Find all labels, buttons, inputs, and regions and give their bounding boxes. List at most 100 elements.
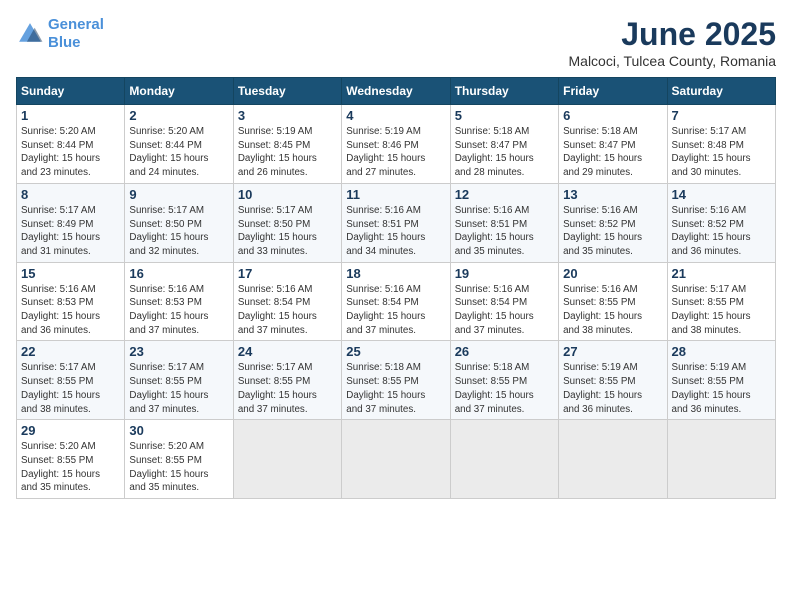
day-detail: Sunrise: 5:17 AM Sunset: 8:55 PM Dayligh… (129, 361, 228, 416)
calendar-cell: 12Sunrise: 5:16 AM Sunset: 8:51 PM Dayli… (450, 183, 558, 262)
calendar-cell: 11 Sunrise: 5:16 AM Sunset: 8:51 PM Dayli… (342, 183, 450, 262)
calendar-cell: 14 Sunrise: 5:16 AM Sunset: 8:52 PM Dayli… (667, 183, 775, 262)
day-detail: Sunrise: 5:17 AM Sunset: 8:55 PM Dayligh… (238, 361, 337, 416)
day-detail: Sunrise: 5:20 AM Sunset: 8:44 PM Dayligh… (129, 125, 228, 180)
day-number: 27 (563, 344, 662, 359)
calendar-cell: 15 Sunrise: 5:16 AM Sunset: 8:53 PM Dayli… (17, 262, 125, 341)
calendar-week-3: 22 Sunrise: 5:17 AM Sunset: 8:55 PM Dayli… (17, 341, 776, 420)
month-title: June 2025 (569, 16, 777, 53)
day-detail: Sunrise: 5:17 AM Sunset: 8:55 PM Dayligh… (21, 361, 120, 416)
day-number: 16 (129, 266, 228, 281)
calendar-cell: 3 Sunrise: 5:19 AM Sunset: 8:45 PM Daylig… (233, 105, 341, 184)
header-thursday: Thursday (450, 78, 558, 105)
day-detail: Sunrise: 5:20 AM Sunset: 8:55 PM Dayligh… (129, 440, 228, 495)
day-number: 3 (238, 108, 337, 123)
header-sunday: Sunday (17, 78, 125, 105)
day-number: 6 (563, 108, 662, 123)
calendar-week-2: 15 Sunrise: 5:16 AM Sunset: 8:53 PM Dayli… (17, 262, 776, 341)
day-number: 15 (21, 266, 120, 281)
logo-text: General Blue (48, 16, 104, 52)
day-number: 29 (21, 423, 120, 438)
logo-icon (16, 20, 44, 48)
calendar-cell: 18Sunrise: 5:16 AM Sunset: 8:54 PM Dayli… (342, 262, 450, 341)
calendar-cell: 8 Sunrise: 5:17 AM Sunset: 8:49 PM Daylig… (17, 183, 125, 262)
calendar-cell: 19 Sunrise: 5:16 AM Sunset: 8:54 PM Dayli… (450, 262, 558, 341)
day-number: 23 (129, 344, 228, 359)
day-number: 26 (455, 344, 554, 359)
day-number: 9 (129, 187, 228, 202)
day-detail: Sunrise: 5:16 AM Sunset: 8:55 PM Dayligh… (563, 283, 662, 338)
header-friday: Friday (559, 78, 667, 105)
day-detail: Sunrise: 5:16 AM Sunset: 8:54 PM Dayligh… (455, 283, 554, 338)
day-number: 5 (455, 108, 554, 123)
day-detail: Sunrise: 5:19 AM Sunset: 8:55 PM Dayligh… (672, 361, 771, 416)
calendar-cell: 5 Sunrise: 5:18 AM Sunset: 8:47 PM Daylig… (450, 105, 558, 184)
day-number: 22 (21, 344, 120, 359)
calendar-cell: 9 Sunrise: 5:17 AM Sunset: 8:50 PM Daylig… (125, 183, 233, 262)
calendar-cell: 27 Sunrise: 5:19 AM Sunset: 8:55 PM Dayli… (559, 341, 667, 420)
day-detail: Sunrise: 5:18 AM Sunset: 8:47 PM Dayligh… (563, 125, 662, 180)
calendar-cell: 13 Sunrise: 5:16 AM Sunset: 8:52 PM Dayli… (559, 183, 667, 262)
day-detail: Sunrise: 5:16 AM Sunset: 8:51 PM Dayligh… (346, 204, 445, 259)
day-detail: Sunrise: 5:17 AM Sunset: 8:50 PM Dayligh… (238, 204, 337, 259)
day-number: 20 (563, 266, 662, 281)
logo-line1: General (48, 16, 104, 33)
calendar-cell: 20 Sunrise: 5:16 AM Sunset: 8:55 PM Dayli… (559, 262, 667, 341)
day-detail: Sunrise: 5:17 AM Sunset: 8:48 PM Dayligh… (672, 125, 771, 180)
calendar-cell (559, 420, 667, 499)
calendar-week-0: 1 Sunrise: 5:20 AM Sunset: 8:44 PM Daylig… (17, 105, 776, 184)
day-number: 8 (21, 187, 120, 202)
calendar-cell (450, 420, 558, 499)
subtitle: Malcoci, Tulcea County, Romania (569, 53, 777, 69)
calendar-week-4: 29 Sunrise: 5:20 AM Sunset: 8:55 PM Dayli… (17, 420, 776, 499)
day-number: 19 (455, 266, 554, 281)
calendar-cell: 26 Sunrise: 5:18 AM Sunset: 8:55 PM Dayli… (450, 341, 558, 420)
calendar-cell: 22 Sunrise: 5:17 AM Sunset: 8:55 PM Dayli… (17, 341, 125, 420)
day-number: 21 (672, 266, 771, 281)
calendar-cell: 28 Sunrise: 5:19 AM Sunset: 8:55 PM Dayli… (667, 341, 775, 420)
calendar-cell (342, 420, 450, 499)
calendar-cell: 6 Sunrise: 5:18 AM Sunset: 8:47 PM Daylig… (559, 105, 667, 184)
calendar-cell: 16 Sunrise: 5:16 AM Sunset: 8:53 PM Dayli… (125, 262, 233, 341)
calendar-cell (233, 420, 341, 499)
day-number: 1 (21, 108, 120, 123)
calendar-cell: 4Sunrise: 5:19 AM Sunset: 8:46 PM Daylig… (342, 105, 450, 184)
day-detail: Sunrise: 5:16 AM Sunset: 8:53 PM Dayligh… (129, 283, 228, 338)
day-detail: Sunrise: 5:16 AM Sunset: 8:52 PM Dayligh… (672, 204, 771, 259)
day-detail: Sunrise: 5:20 AM Sunset: 8:44 PM Dayligh… (21, 125, 120, 180)
day-detail: Sunrise: 5:20 AM Sunset: 8:55 PM Dayligh… (21, 440, 120, 495)
day-detail: Sunrise: 5:18 AM Sunset: 8:55 PM Dayligh… (455, 361, 554, 416)
calendar-cell: 30Sunrise: 5:20 AM Sunset: 8:55 PM Dayli… (125, 420, 233, 499)
day-detail: Sunrise: 5:19 AM Sunset: 8:46 PM Dayligh… (346, 125, 445, 180)
day-number: 28 (672, 344, 771, 359)
calendar-cell: 25Sunrise: 5:18 AM Sunset: 8:55 PM Dayli… (342, 341, 450, 420)
calendar-cell: 10 Sunrise: 5:17 AM Sunset: 8:50 PM Dayli… (233, 183, 341, 262)
day-detail: Sunrise: 5:16 AM Sunset: 8:52 PM Dayligh… (563, 204, 662, 259)
day-detail: Sunrise: 5:16 AM Sunset: 8:53 PM Dayligh… (21, 283, 120, 338)
day-number: 12 (455, 187, 554, 202)
header-tuesday: Tuesday (233, 78, 341, 105)
day-detail: Sunrise: 5:19 AM Sunset: 8:55 PM Dayligh… (563, 361, 662, 416)
calendar-cell: 1 Sunrise: 5:20 AM Sunset: 8:44 PM Daylig… (17, 105, 125, 184)
day-detail: Sunrise: 5:16 AM Sunset: 8:54 PM Dayligh… (346, 283, 445, 338)
calendar-week-1: 8 Sunrise: 5:17 AM Sunset: 8:49 PM Daylig… (17, 183, 776, 262)
calendar-cell: 23 Sunrise: 5:17 AM Sunset: 8:55 PM Dayli… (125, 341, 233, 420)
day-detail: Sunrise: 5:17 AM Sunset: 8:49 PM Dayligh… (21, 204, 120, 259)
day-number: 25 (346, 344, 445, 359)
page-header: General Blue June 2025 Malcoci, Tulcea C… (16, 16, 776, 69)
header-wednesday: Wednesday (342, 78, 450, 105)
day-number: 13 (563, 187, 662, 202)
day-detail: Sunrise: 5:19 AM Sunset: 8:45 PM Dayligh… (238, 125, 337, 180)
day-number: 14 (672, 187, 771, 202)
day-detail: Sunrise: 5:17 AM Sunset: 8:50 PM Dayligh… (129, 204, 228, 259)
day-number: 10 (238, 187, 337, 202)
day-number: 17 (238, 266, 337, 281)
day-detail: Sunrise: 5:17 AM Sunset: 8:55 PM Dayligh… (672, 283, 771, 338)
calendar-cell (667, 420, 775, 499)
calendar-cell: 7 Sunrise: 5:17 AM Sunset: 8:48 PM Daylig… (667, 105, 775, 184)
day-detail: Sunrise: 5:18 AM Sunset: 8:47 PM Dayligh… (455, 125, 554, 180)
day-number: 7 (672, 108, 771, 123)
title-area: June 2025 Malcoci, Tulcea County, Romani… (569, 16, 777, 69)
header-saturday: Saturday (667, 78, 775, 105)
day-number: 11 (346, 187, 445, 202)
